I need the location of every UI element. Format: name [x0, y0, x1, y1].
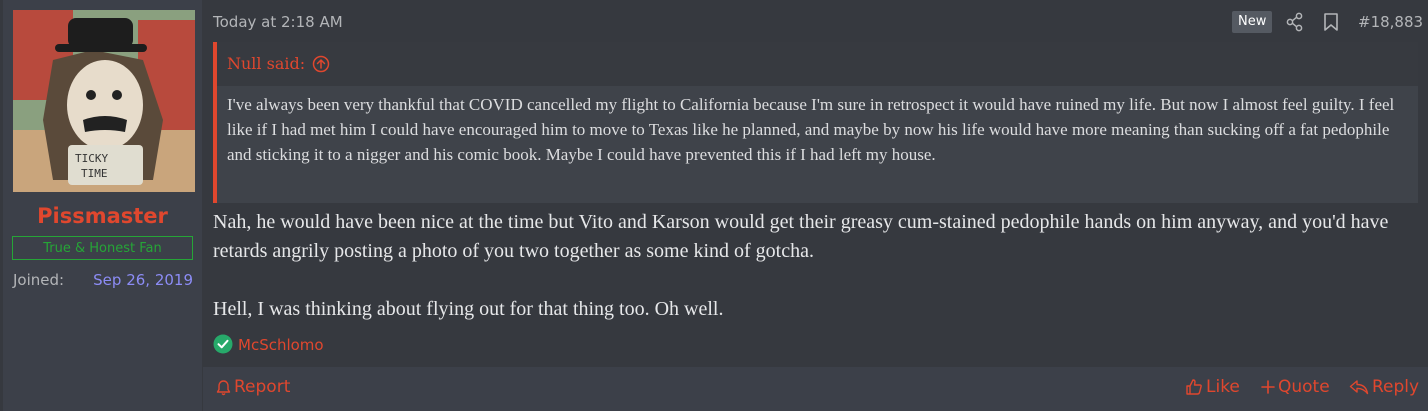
post-main: Today at 2:18 AM New #18,883 Null said: … [203, 0, 1428, 411]
post-container: TICKY TIME Pissmaster True & Honest Fan … [0, 0, 1428, 411]
thumbs-up-icon [1186, 379, 1202, 395]
quote-text: I've always been very thankful that COVI… [227, 95, 1395, 164]
like-label: Like [1206, 377, 1240, 397]
report-label: Report [234, 377, 291, 397]
report-button[interactable]: Report [216, 377, 290, 397]
bookmark-icon[interactable] [1323, 12, 1339, 32]
post-footer: Report Like Quote Reply [203, 367, 1428, 411]
user-title-badge: True & Honest Fan [12, 236, 193, 260]
joined-label: Joined: [13, 271, 65, 289]
quote-jump-icon[interactable] [312, 55, 330, 73]
check-reaction-icon[interactable] [213, 334, 233, 354]
quote-label: Quote [1278, 377, 1330, 397]
plus-icon [1261, 380, 1275, 394]
quote-button[interactable]: Quote [1261, 377, 1330, 397]
quote-header: Null said: [217, 42, 1418, 86]
avatar[interactable]: TICKY TIME [13, 10, 195, 192]
joined-date: Sep 26, 2019 [93, 271, 193, 289]
message-body: Nah, he would have been nice at the time… [213, 208, 1413, 324]
post-number-link[interactable]: #18,883 [1358, 13, 1423, 31]
bell-icon [216, 379, 231, 395]
avatar-text: TICKY [75, 152, 108, 165]
share-icon[interactable] [1286, 12, 1304, 32]
reply-button[interactable]: Reply [1349, 377, 1419, 397]
quote-block: Null said: I've always been very thankfu… [213, 42, 1418, 203]
like-button[interactable]: Like [1185, 377, 1240, 397]
post-timestamp[interactable]: Today at 2:18 AM [213, 13, 343, 31]
new-badge: New [1232, 11, 1273, 33]
reaction-user-link[interactable]: McSchlomo [238, 336, 324, 354]
username[interactable]: Pissmaster [3, 204, 202, 228]
reply-icon [1349, 380, 1369, 395]
user-column: TICKY TIME Pissmaster True & Honest Fan … [3, 0, 202, 411]
message-paragraph: Hell, I was thinking about flying out fo… [213, 298, 724, 320]
reply-label: Reply [1372, 377, 1420, 397]
message-paragraph: Nah, he would have been nice at the time… [213, 211, 1389, 262]
svg-text:TIME: TIME [81, 167, 108, 180]
quote-author[interactable]: Null said: [227, 54, 305, 73]
